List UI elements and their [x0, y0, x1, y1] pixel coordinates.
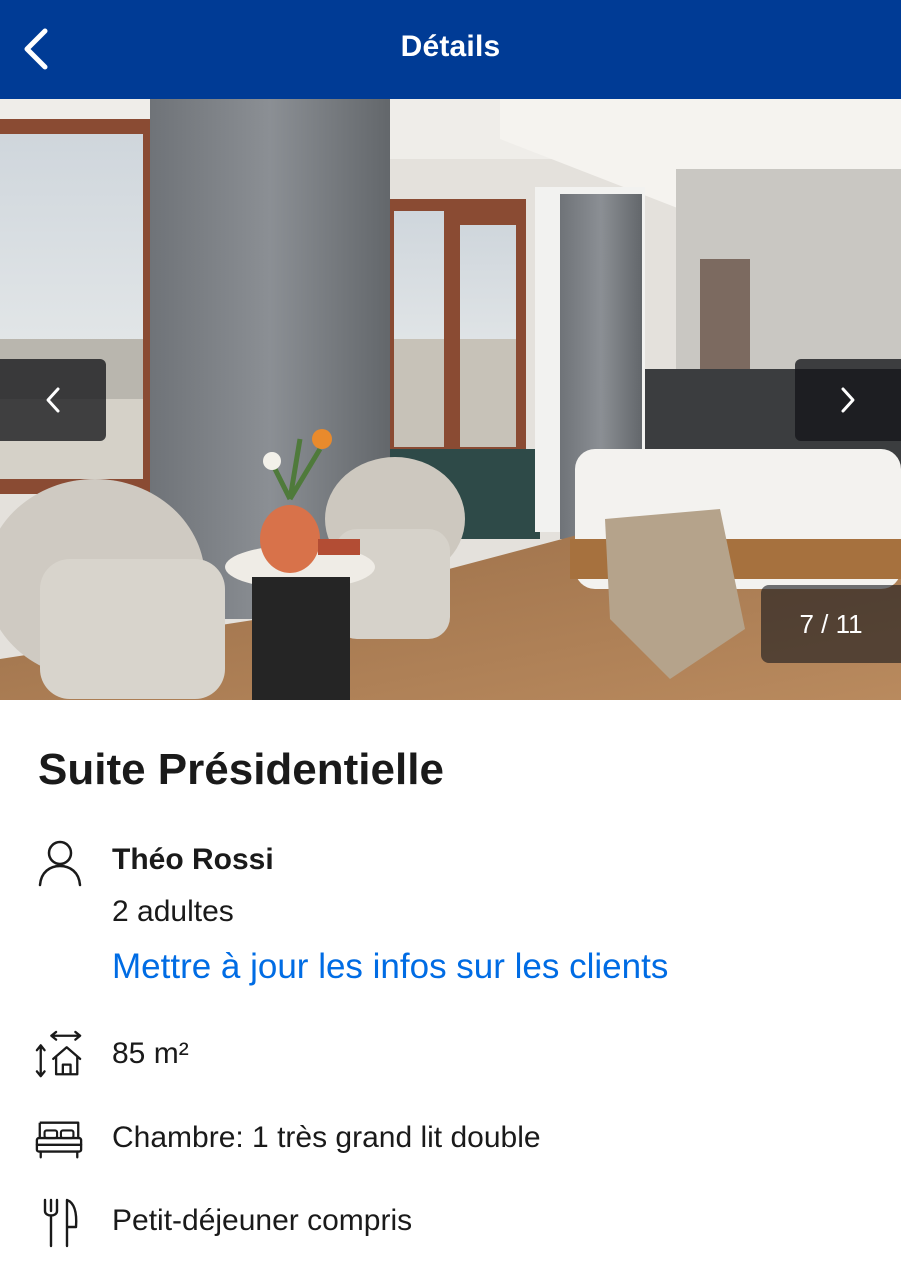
photo-counter: 7 / 11: [761, 585, 901, 663]
top-app-bar: Détails: [0, 0, 901, 99]
next-photo-button[interactable]: [795, 359, 901, 441]
chevron-right-icon: [841, 387, 855, 413]
page-title: Détails: [400, 30, 501, 63]
bed-icon: [34, 1115, 84, 1165]
guest-count: 2 adultes: [112, 895, 234, 928]
room-size-icon: [34, 1030, 84, 1080]
guest-name: Théo Rossi: [112, 843, 274, 876]
previous-photo-button[interactable]: [0, 359, 106, 441]
chevron-left-icon: [46, 387, 60, 413]
person-icon: [35, 838, 85, 888]
meal-plan: Petit-déjeuner compris: [112, 1204, 413, 1237]
bed-type: Chambre: 1 très grand lit double: [112, 1121, 541, 1154]
fork-knife-icon: [34, 1198, 84, 1248]
room-size: 85 m²: [112, 1037, 189, 1070]
photo-gallery[interactable]: 7 / 11: [0, 99, 901, 700]
room-title: Suite Présidentielle: [38, 745, 444, 794]
update-guest-info-link[interactable]: Mettre à jour les infos sur les clients: [112, 947, 668, 987]
